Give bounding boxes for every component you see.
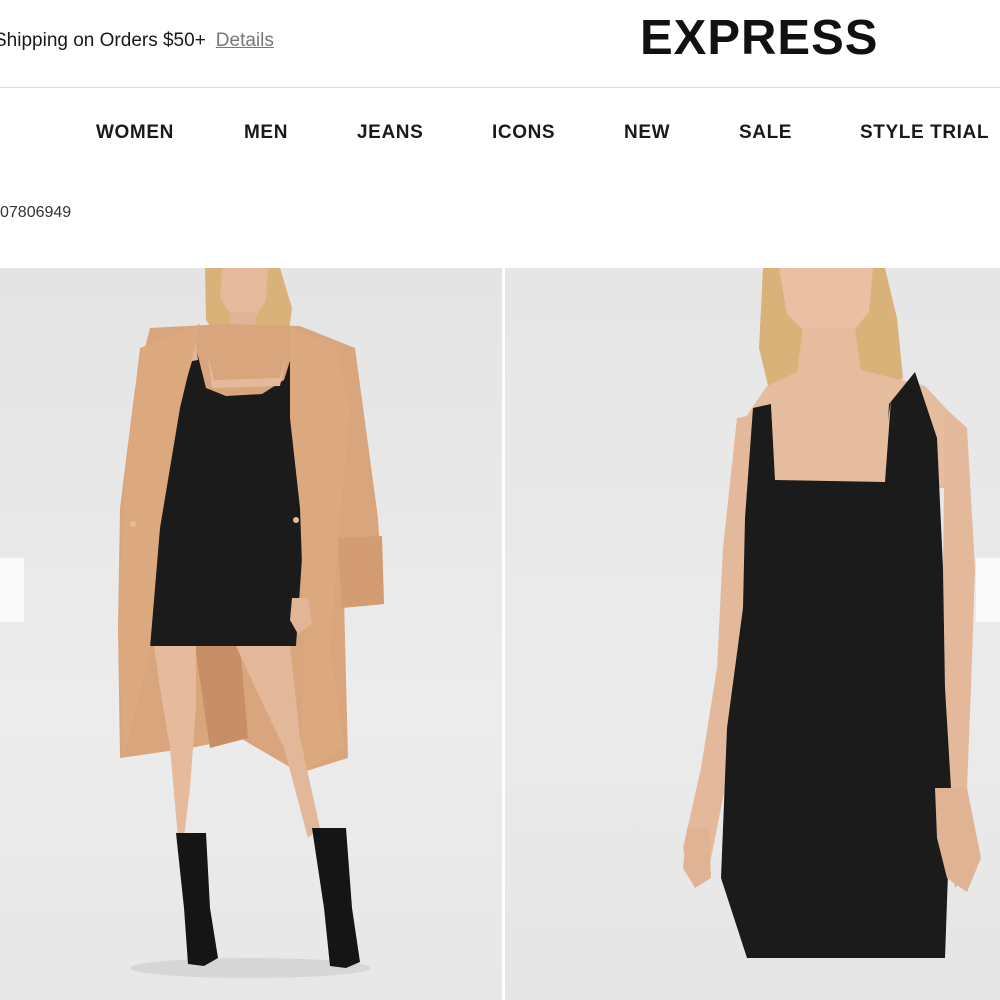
product-image-gallery [0, 268, 1000, 1000]
nav-item-men[interactable]: MEN [244, 122, 288, 144]
promo-banner: Shipping on Orders $50+ Details [0, 30, 274, 52]
product-image-coat-look[interactable] [0, 268, 502, 1000]
nav-item-icons[interactable]: ICONS [492, 122, 555, 144]
gallery-next-button[interactable] [976, 558, 1000, 622]
express-logo[interactable]: EXPRESS [640, 10, 878, 66]
model-coat-illustration [118, 268, 384, 978]
promo-details-link[interactable]: Details [216, 30, 274, 51]
nav-item-women[interactable]: WOMEN [96, 122, 174, 144]
site-header: Shipping on Orders $50+ Details EXPRESS [0, 0, 1000, 88]
nav-item-jeans[interactable]: JEANS [357, 122, 423, 144]
product-style-number: 07806949 [0, 204, 72, 221]
product-image-dress-front[interactable] [505, 268, 1000, 1000]
model-dress-illustration [683, 268, 981, 958]
nav-item-style-trial[interactable]: STYLE TRIAL [860, 122, 989, 144]
promo-text: Shipping on Orders $50+ [0, 30, 206, 51]
nav-item-sale[interactable]: SALE [739, 122, 792, 144]
nav-item-new[interactable]: NEW [624, 122, 670, 144]
main-nav: WOMEN MEN JEANS ICONS NEW SALE STYLE TRI… [0, 89, 1000, 179]
gallery-prev-button[interactable] [0, 558, 24, 622]
